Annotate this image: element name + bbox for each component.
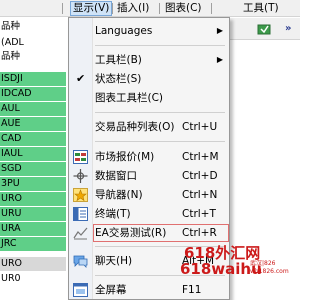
list-item[interactable]: 3PU [0, 177, 70, 191]
list-item[interactable]: URO [0, 192, 70, 206]
navigator-icon [73, 188, 88, 202]
menu-charts[interactable]: 图表(C) [165, 1, 202, 16]
menu-item-label: 工具栏(B) [95, 54, 142, 66]
menu-separator [95, 45, 225, 46]
menu-separator [112, 3, 113, 14]
menu-separator [159, 3, 160, 14]
menu-separator [95, 112, 225, 113]
menu-view[interactable]: 显示(V) [70, 1, 113, 16]
menu-item-navigator[interactable]: 导航器(N) Ctrl+N [69, 185, 229, 205]
menu-item-label: EA交易测试(R) [95, 227, 167, 239]
menu-separator [95, 141, 225, 142]
chat-icon [73, 255, 88, 268]
terminal-icon [73, 207, 88, 221]
submenu-arrow-icon: ▶ [216, 26, 223, 35]
market-watch-icon [73, 150, 88, 164]
menu-item-data-window[interactable]: 数据窗口 Ctrl+D [69, 166, 229, 186]
menu-item-status-bar[interactable]: ✔ 状态栏(S) [69, 69, 229, 89]
menu-item-shortcut: Ctrl+D [182, 170, 218, 182]
menu-item-label: Languages [95, 25, 153, 37]
data-window-icon [73, 169, 88, 183]
chevron-right-icon[interactable]: » [285, 23, 291, 34]
menu-item-label: 图表工具栏(C) [95, 92, 164, 104]
menu-item-label: 终端(T) [95, 208, 131, 220]
new-order-icon[interactable] [257, 22, 271, 36]
menu-separator [211, 3, 212, 14]
menu-tools[interactable]: 工具(T) [243, 1, 279, 16]
list-item[interactable]: UR0 [0, 272, 70, 286]
menu-item-label: 交易品种列表(O) [95, 121, 175, 133]
list-item[interactable]: 品种 [0, 50, 70, 64]
strategy-tester-icon [73, 227, 88, 240]
menu-item-languages[interactable]: Languages ▶ [69, 21, 229, 41]
fullscreen-icon [73, 283, 88, 297]
list-item[interactable]: AUE [0, 117, 70, 131]
menu-item-label: 导航器(N) [95, 189, 143, 201]
watermark-line: 武汉|826 [250, 260, 276, 267]
watermark-line: wh1826.com [250, 268, 289, 275]
list-item[interactable]: AUL [0, 102, 70, 116]
list-item[interactable]: 品种 [0, 20, 70, 34]
menu-item-chart-toolbar[interactable]: 图表工具栏(C) [69, 88, 229, 108]
menu-item-label: 聊天(H) [95, 255, 133, 267]
menu-item-shortcut: Ctrl+M [182, 151, 219, 163]
list-item[interactable]: JRC [0, 237, 70, 251]
menu-item-label: 数据窗口 [95, 170, 137, 182]
menu-item-shortcut: Ctrl+U [182, 121, 218, 133]
list-item[interactable]: SGD [0, 162, 70, 176]
menu-item-label: 市场报价(M) [95, 151, 155, 163]
market-watch-panel: 品种 (ADL 品种 ISDJI IDCAD AUL AUE CAD IAUL … [0, 17, 70, 300]
menu-item-shortcut: Ctrl+R [182, 227, 217, 239]
checkmark-icon: ✔ [76, 72, 86, 85]
menu-item-terminal[interactable]: 终端(T) Ctrl+T [69, 204, 229, 224]
submenu-arrow-icon: ▶ [216, 55, 223, 64]
list-item[interactable]: URO [0, 257, 70, 271]
menu-item-market-watch[interactable]: 市场报价(M) Ctrl+M [69, 147, 229, 167]
menu-item-toolbars[interactable]: 工具栏(B) ▶ [69, 50, 229, 70]
menu-item-symbols[interactable]: 交易品种列表(O) Ctrl+U [69, 117, 229, 137]
watermark: 618外汇网 618waihu 武汉|826 wh1826.com [180, 242, 300, 300]
menu-item-label: 状态栏(S) [95, 73, 142, 85]
list-item[interactable]: CAD [0, 132, 70, 146]
list-item[interactable]: (ADL [0, 36, 70, 50]
menu-insert[interactable]: 插入(I) [117, 1, 149, 16]
list-item[interactable]: IDCAD [0, 87, 70, 101]
menu-separator [62, 3, 63, 14]
list-item[interactable]: URA [0, 222, 70, 236]
menu-bar: 显示(V) 插入(I) 图表(C) 工具(T) [0, 0, 300, 17]
menu-item-label: 全屏幕 [95, 284, 127, 296]
list-item[interactable]: ISDJI [0, 72, 70, 86]
menu-item-strategy-tester[interactable]: EA交易测试(R) Ctrl+R [69, 223, 229, 243]
list-item[interactable]: IAUL [0, 147, 70, 161]
watermark-small-text: 武汉|826 wh1826.com [250, 260, 289, 276]
menu-item-shortcut: Ctrl+T [182, 208, 216, 220]
menu-item-shortcut: Ctrl+N [182, 189, 218, 201]
list-item[interactable]: URU [0, 207, 70, 221]
